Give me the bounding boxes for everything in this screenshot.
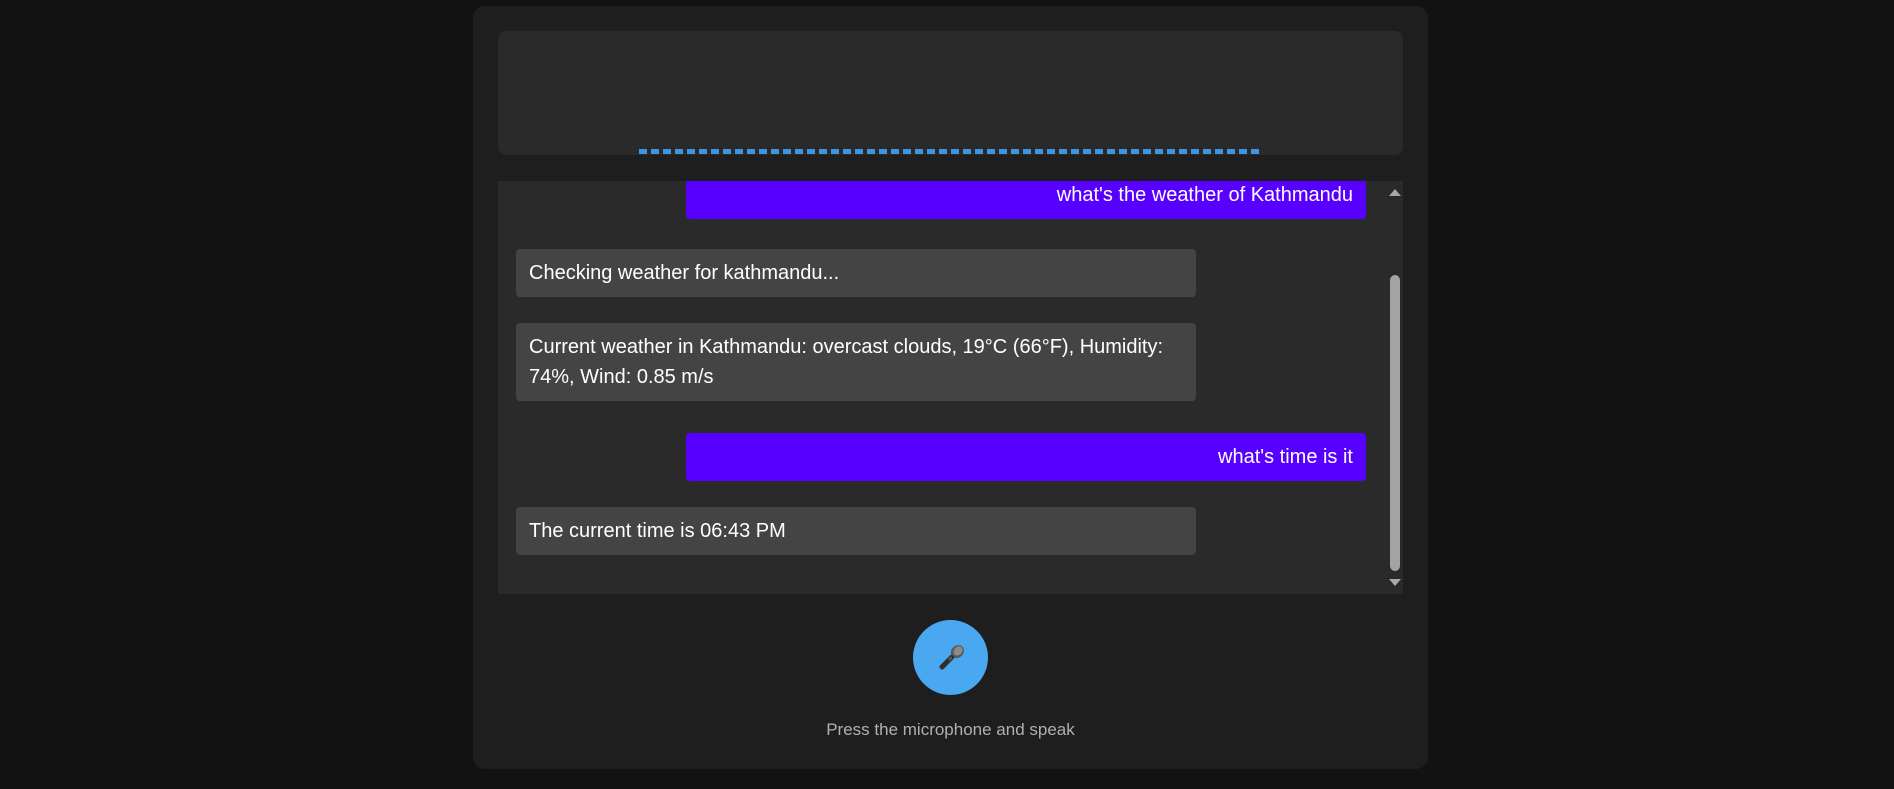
visualizer-bar: [1179, 149, 1187, 154]
visualizer-bar: [663, 149, 671, 154]
visualizer-bar: [867, 149, 875, 154]
visualizer-bar: [1095, 149, 1103, 154]
visualizer-bar: [891, 149, 899, 154]
visualizer-bar: [795, 149, 803, 154]
visualizer-bar: [687, 149, 695, 154]
visualizer-bar: [1191, 149, 1199, 154]
microphone-icon: [938, 644, 964, 670]
visualizer-bar: [783, 149, 791, 154]
scrollbar-thumb[interactable]: [1390, 275, 1400, 571]
visualizer-bar: [759, 149, 767, 154]
assistant-message: Checking weather for kathmandu...: [516, 249, 1196, 297]
visualizer-bar: [1083, 149, 1091, 154]
user-message: what's time is it: [686, 433, 1366, 481]
visualizer-bar: [1011, 149, 1019, 154]
visualizer-bar: [1239, 149, 1247, 154]
visualizer-bar: [747, 149, 755, 154]
chat-scrollbar[interactable]: [1387, 181, 1403, 594]
visualizer-bar: [819, 149, 827, 154]
visualizer-bar: [987, 149, 995, 154]
instruction-text: Press the microphone and speak: [826, 720, 1075, 739]
visualizer-bar: [723, 149, 731, 154]
visualizer-bar: [735, 149, 743, 154]
visualizer-bars: [639, 149, 1259, 155]
visualizer-bar: [843, 149, 851, 154]
visualizer-bar: [1035, 149, 1043, 154]
scroll-down-arrow-icon[interactable]: [1389, 579, 1401, 586]
visualizer-bar: [831, 149, 839, 154]
chat-log[interactable]: what's the weather of Kathmandu Checking…: [498, 181, 1403, 594]
visualizer-bar: [1251, 149, 1259, 154]
visualizer-bar: [915, 149, 923, 154]
voice-assistant-panel: what's the weather of Kathmandu Checking…: [473, 6, 1428, 769]
visualizer-bar: [1227, 149, 1235, 154]
visualizer-bar: [651, 149, 659, 154]
visualizer-bar: [1215, 149, 1223, 154]
visualizer-bar: [1143, 149, 1151, 154]
visualizer-bar: [879, 149, 887, 154]
visualizer-bar: [1059, 149, 1067, 154]
microphone-button[interactable]: [913, 620, 988, 695]
scroll-up-arrow-icon[interactable]: [1389, 189, 1401, 196]
visualizer-bar: [999, 149, 1007, 154]
visualizer-bar: [1155, 149, 1163, 154]
visualizer-bar: [951, 149, 959, 154]
visualizer-bar: [1131, 149, 1139, 154]
visualizer-bar: [975, 149, 983, 154]
visualizer-bar: [855, 149, 863, 154]
visualizer-bar: [675, 149, 683, 154]
visualizer-bar: [1023, 149, 1031, 154]
visualizer-bar: [963, 149, 971, 154]
visualizer-bar: [711, 149, 719, 154]
visualizer-bar: [699, 149, 707, 154]
visualizer-bar: [1203, 149, 1211, 154]
visualizer-bar: [1119, 149, 1127, 154]
audio-visualizer: [498, 31, 1403, 155]
visualizer-bar: [771, 149, 779, 154]
visualizer-bar: [1047, 149, 1055, 154]
visualizer-bar: [1107, 149, 1115, 154]
visualizer-bar: [1167, 149, 1175, 154]
visualizer-bar: [927, 149, 935, 154]
visualizer-bar: [639, 149, 647, 154]
visualizer-bar: [1071, 149, 1079, 154]
visualizer-bar: [903, 149, 911, 154]
visualizer-bar: [939, 149, 947, 154]
assistant-message: The current time is 06:43 PM: [516, 507, 1196, 555]
visualizer-bar: [807, 149, 815, 154]
user-message: what's the weather of Kathmandu: [686, 181, 1366, 219]
assistant-message: Current weather in Kathmandu: overcast c…: [516, 323, 1196, 401]
